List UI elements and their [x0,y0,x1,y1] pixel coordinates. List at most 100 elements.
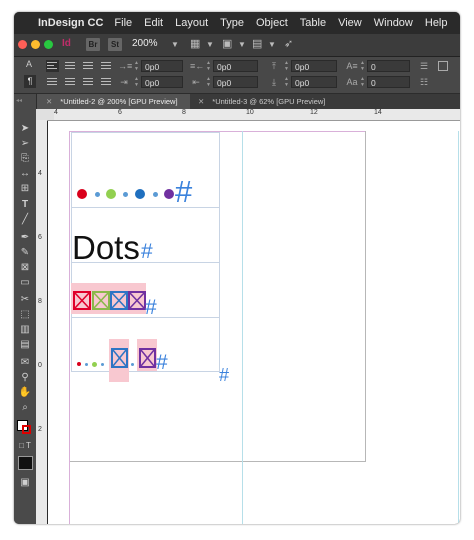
character-controls-button[interactable]: A [26,59,32,69]
bullets-list-icon[interactable]: ☰ [418,60,430,72]
blue-graphic-frame[interactable] [111,348,128,368]
space-after-stepper[interactable]: ▲ ▼ [283,76,290,88]
align-center-button[interactable] [64,60,77,72]
zoom-dropdown-icon[interactable]: ▼ [171,40,179,49]
space-before-stepper[interactable]: ▲ ▼ [283,60,290,72]
baseline-divider [71,207,220,208]
drop-cap-lines-stepper[interactable]: ▲ ▼ [359,60,366,72]
menu-edit[interactable]: Edit [144,17,163,29]
zoom-icon[interactable]: ⌕ [18,401,32,414]
screen-mode-icon[interactable]: ▣ [18,476,32,489]
last-line-indent-field[interactable]: 0p0 [213,76,258,88]
indesign-window: InDesign CC File Edit Layout Type Object… [14,12,460,524]
numbered-list-icon[interactable]: ☷ [418,76,430,88]
bridge-button[interactable]: Br [86,38,100,51]
view-options-icon[interactable]: ▦ [190,39,204,50]
minimize-window-button[interactable] [31,40,40,49]
pen-tool-icon[interactable]: ✒ [18,231,32,244]
space-before-field[interactable]: 0p0 [291,60,337,72]
drop-cap-chars-stepper[interactable]: ▲ ▼ [359,76,366,88]
space-after-field[interactable]: 0p0 [291,76,337,88]
right-indent-stepper[interactable]: ▲ ▼ [205,60,212,72]
drop-cap-chars-field[interactable]: 0 [367,76,410,88]
eyedropper-icon[interactable]: ⚲ [18,371,32,384]
rectangle-frame-icon[interactable]: ⊠ [18,261,32,274]
line-tool-icon[interactable]: ╱ [18,213,32,226]
note-tool-icon[interactable]: ✉ [18,356,32,369]
horizontal-ruler[interactable]: 4 6 8 10 12 14 [54,109,460,121]
justify-center-button[interactable] [64,76,77,88]
justify-right-button[interactable] [82,76,95,88]
blue-graphic-frame[interactable] [110,291,128,310]
free-transform-icon[interactable]: ⬚ [18,308,32,321]
zoom-window-button[interactable] [44,40,53,49]
ruler-label: 14 [374,109,382,116]
gap-tool-icon[interactable]: ↔ [18,167,32,180]
paragraph-controls-button[interactable]: ¶ [24,75,36,88]
direct-selection-icon[interactable]: ➢ [18,137,32,150]
apply-color-button[interactable] [18,456,33,470]
red-graphic-frame[interactable] [73,291,91,310]
scissors-icon[interactable]: ✂ [18,293,32,306]
small-blue-dot [153,192,158,197]
pencil-tool-icon[interactable]: ✎ [18,246,32,259]
selection-tool-icon[interactable]: ➤ [18,122,32,135]
tab-untitled-2[interactable]: ✕ *Untitled-2 @ 200% [GPU Preview] [38,94,190,109]
left-indent-stepper[interactable]: ▲ ▼ [133,60,140,72]
last-line-indent-stepper[interactable]: ▲ ▼ [205,76,212,88]
screen-mode-icon[interactable]: ▣ [222,39,236,50]
menu-type[interactable]: Type [220,17,244,29]
menu-help[interactable]: Help [425,17,448,29]
formatting-affects-text-icon[interactable]: □ T [18,439,32,452]
menu-object[interactable]: Object [256,17,288,29]
page-tool-icon[interactable]: ⎘ [18,152,32,165]
chevron-down-icon[interactable]: ▼ [268,40,276,49]
menu-window[interactable]: Window [374,17,413,29]
stroke-swatch[interactable] [22,425,31,434]
margin-guide [69,131,70,524]
gradient-feather-icon[interactable]: ▤ [18,338,32,351]
purple-graphic-frame[interactable] [128,291,146,310]
gradient-swatch-icon[interactable]: ▥ [18,323,32,336]
tab-untitled-3[interactable]: ✕ *Untitled-3 @ 62% [GPU Preview] [190,94,360,109]
justify-left-button[interactable] [46,76,59,88]
stock-button[interactable]: St [108,38,122,51]
drop-cap-lines-field[interactable]: 0 [367,60,410,72]
purple-graphic-frame[interactable] [139,348,156,368]
column-guide [458,131,459,524]
publish-online-icon[interactable]: ➶ [284,39,298,50]
rectangle-tool-icon[interactable]: ▭ [18,276,32,289]
menu-view[interactable]: View [338,17,362,29]
app-menu[interactable]: InDesign CC [38,17,103,29]
hand-icon[interactable]: ✋ [18,386,32,399]
menu-table[interactable]: Table [300,17,326,29]
green-graphic-frame[interactable] [92,291,110,310]
collapse-panel-icon[interactable]: ◂◂ [16,97,22,104]
chevron-down-icon[interactable]: ▼ [238,40,246,49]
menu-file[interactable]: File [114,17,132,29]
left-indent-field[interactable]: 0p0 [141,60,183,72]
right-indent-field[interactable]: 0p0 [213,60,258,72]
right-indent-icon: ≡← [190,61,205,71]
first-line-indent-field[interactable]: 0p0 [141,76,183,88]
arrange-documents-icon[interactable]: ▤ [252,39,266,50]
content-collector-icon[interactable]: ⊞ [18,182,32,195]
close-icon[interactable]: ✕ [198,97,204,106]
blue-dot [135,189,145,199]
justify-all-button[interactable] [100,76,113,88]
close-icon[interactable]: ✕ [46,97,52,106]
zoom-level-field[interactable]: 200% [132,38,158,49]
align-towards-spine-button[interactable] [100,60,113,72]
tiny-red-dot [77,362,81,366]
shading-checkbox[interactable] [438,61,448,71]
type-tool-icon[interactable]: T [18,198,32,211]
tiny-green-dot [92,362,97,367]
first-line-indent-stepper[interactable]: ▲ ▼ [133,76,140,88]
document-canvas[interactable]: # Dots # # # # [48,121,460,524]
dots-text[interactable]: Dots [72,231,140,264]
close-window-button[interactable] [18,40,27,49]
chevron-down-icon[interactable]: ▼ [206,40,214,49]
menu-layout[interactable]: Layout [175,17,208,29]
align-right-button[interactable] [82,60,95,72]
align-left-button[interactable] [46,60,59,72]
